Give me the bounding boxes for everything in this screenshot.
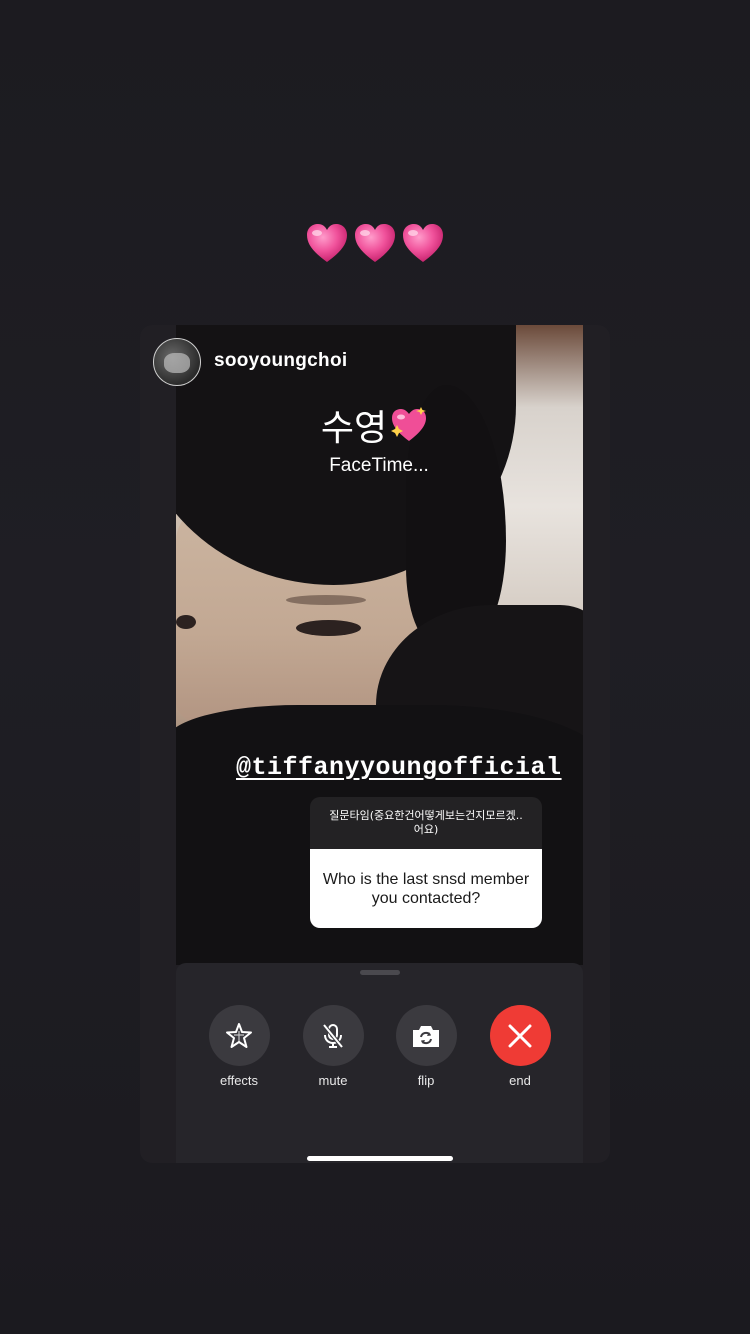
caller-name-row: 수영	[140, 399, 610, 451]
end-call-button[interactable]	[489, 1005, 551, 1066]
call-status: FaceTime...	[329, 455, 429, 476]
flip-control: flip	[386, 1005, 466, 1088]
caller-name: 수영	[320, 408, 388, 449]
mute-label: mute	[318, 1073, 348, 1088]
question-answer: Who is the last snsd member you contacte…	[310, 849, 542, 928]
pink-heart-icon	[403, 224, 443, 262]
story-username[interactable]: sooyoungchoi	[214, 350, 347, 372]
effects-label: effects	[219, 1073, 259, 1088]
mute-button[interactable]	[302, 1005, 364, 1066]
effects-button[interactable]	[208, 1005, 270, 1066]
mute-control: mute	[293, 1005, 373, 1088]
facetime-controls: effects mute flip end	[176, 963, 583, 1163]
shared-story-card[interactable]: sooyoungchoi 수영 FaceTime... @tiffanyyoun…	[140, 325, 610, 1163]
question-prompt: 질문타임(중요한건어떻게보는건지모르겠..어요)	[310, 797, 542, 849]
question-sticker[interactable]: 질문타임(중요한건어떻게보는건지모르겠..어요) Who is the last…	[310, 797, 542, 928]
photo-eye	[296, 620, 361, 636]
sparkling-heart-icon	[391, 407, 427, 441]
mic-slash-icon	[322, 1023, 344, 1048]
photo-eye-far	[176, 615, 196, 629]
avatar[interactable]	[153, 338, 201, 386]
flip-button[interactable]	[395, 1005, 457, 1066]
flip-label: flip	[417, 1073, 435, 1088]
star-icon	[226, 1022, 252, 1048]
end-control: end	[480, 1005, 560, 1088]
panel-grabber[interactable]	[360, 970, 400, 975]
mention-tag[interactable]: @tiffanyyoungofficial	[236, 753, 562, 782]
effects-control: effects	[199, 1005, 279, 1088]
home-indicator[interactable]	[307, 1156, 453, 1161]
camera-flip-icon	[413, 1025, 439, 1047]
avatar-image	[164, 353, 190, 373]
end-label: end	[509, 1073, 531, 1088]
photo-eyebrow	[286, 595, 366, 605]
pink-heart-icon	[355, 224, 395, 262]
pink-heart-icon	[307, 224, 347, 262]
close-icon	[508, 1024, 532, 1047]
hearts-row	[0, 222, 750, 266]
